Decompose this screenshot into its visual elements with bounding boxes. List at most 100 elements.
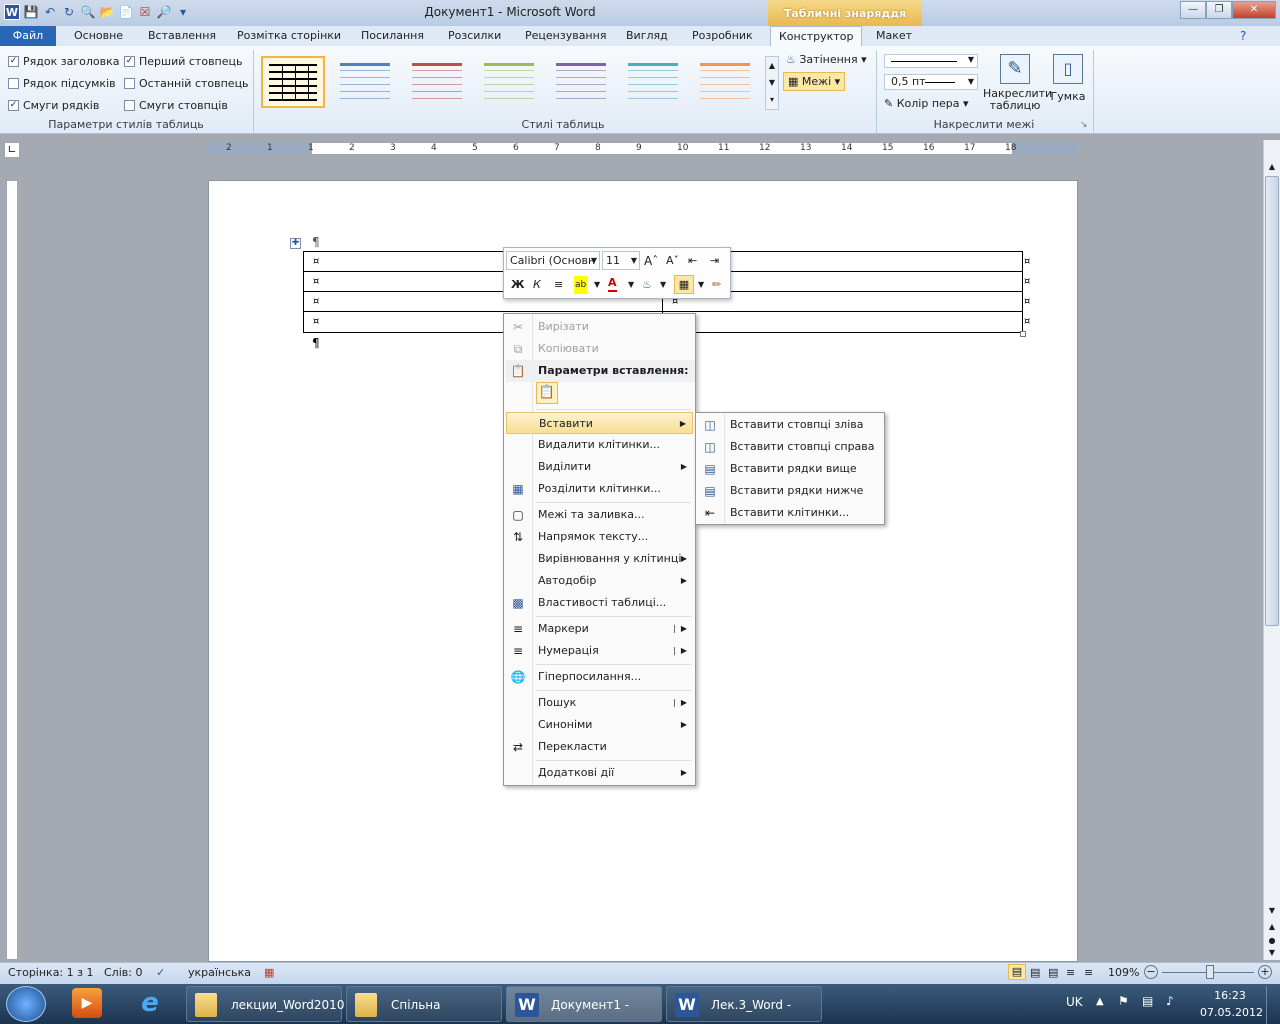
bold-button[interactable]: Ж: [511, 276, 524, 294]
font-size-dropdown[interactable]: 11 ▼: [602, 251, 640, 270]
menu-item-split-cells[interactable]: ▦ Розділити клітинки...: [506, 478, 693, 500]
taskbar-item-lectures-folder[interactable]: лекции_Word2010: [186, 986, 344, 1022]
taskbar-item-lecture3[interactable]: WЛек.3_Word - Mic...: [666, 986, 822, 1022]
web-layout-icon[interactable]: ▤: [1048, 966, 1058, 979]
menu-item-lookup[interactable]: Пошук | ▶: [506, 692, 693, 714]
restore-icon[interactable]: ❐: [1206, 1, 1232, 19]
menu-item-copy[interactable]: ⧉ Копіювати: [506, 338, 693, 360]
outline-icon[interactable]: ≡: [1066, 966, 1075, 979]
internet-explorer-icon[interactable]: e: [134, 988, 166, 1018]
menu-item-text-direction[interactable]: ⇅ Напрямок тексту...: [506, 526, 693, 548]
table-style-thumbnail[interactable]: [261, 56, 325, 108]
scroll-up-icon[interactable]: ▲: [1266, 162, 1278, 171]
menu-item-bullets[interactable]: ≡ Маркери | ▶: [506, 618, 693, 640]
table-style-thumbnail[interactable]: [333, 56, 397, 108]
tab-review[interactable]: Рецензування: [517, 26, 614, 46]
customize-qat-icon[interactable]: ▾: [175, 4, 191, 20]
tab-page-layout[interactable]: Розмітка сторінки: [229, 26, 349, 46]
show-hidden-icons-icon[interactable]: ▲: [1096, 996, 1104, 1007]
banded-columns-checkbox[interactable]: Смуги стовпців: [124, 97, 249, 113]
network-icon[interactable]: ▤: [1142, 994, 1153, 1008]
table-style-thumbnail[interactable]: [405, 56, 469, 108]
menu-item-insert[interactable]: Вставити ▶: [506, 412, 693, 434]
line-weight-dropdown[interactable]: 0,5 пт ▼: [884, 74, 978, 90]
minimize-icon[interactable]: —: [1180, 1, 1206, 19]
clock-date[interactable]: 07.05.2012: [1200, 1006, 1263, 1019]
menu-item-cell-alignment[interactable]: Вирівнювання у клітинці ▶: [506, 548, 693, 570]
paste-keep-formatting-icon[interactable]: 📋: [536, 382, 558, 404]
dialog-launcher-icon[interactable]: ↘: [1080, 120, 1088, 130]
highlight-icon[interactable]: ab: [574, 276, 588, 294]
tab-design[interactable]: Конструктор: [770, 26, 863, 47]
action-center-icon[interactable]: ⚑: [1118, 994, 1129, 1008]
start-button-icon[interactable]: [6, 986, 46, 1022]
menu-item-translate[interactable]: ⇄ Перекласти: [506, 736, 693, 758]
font-name-dropdown[interactable]: Calibri (Основн ▼: [506, 251, 600, 270]
tab-references[interactable]: Посилання: [353, 26, 432, 46]
zoom-in-icon[interactable]: +: [1258, 965, 1272, 979]
word-logo-icon[interactable]: W: [4, 4, 20, 20]
borders-button[interactable]: ▦ Межі ▾: [783, 72, 846, 91]
header-row-checkbox[interactable]: ✓ Рядок заголовка: [8, 53, 119, 69]
first-column-checkbox[interactable]: ✓ Перший стовпець: [124, 53, 249, 69]
menu-item-hyperlink[interactable]: 🌐 Гіперпосилання...: [506, 666, 693, 688]
decrease-indent-icon[interactable]: ⇤: [688, 252, 697, 270]
chevron-down-icon[interactable]: ▼: [594, 276, 600, 294]
total-row-checkbox[interactable]: Рядок підсумків: [8, 75, 119, 91]
taskbar-item-shared-folder[interactable]: Спільна: [346, 986, 502, 1022]
shading-button[interactable]: ♨ Затінення ▾: [786, 53, 867, 66]
increase-indent-icon[interactable]: ⇥: [710, 252, 719, 270]
submenu-insert-cells[interactable]: ⇤ Вставити клітинки...: [698, 502, 885, 524]
menu-item-select[interactable]: Виділити ▶: [506, 456, 693, 478]
pen-color-button[interactable]: ✎ Колір пера ▾: [884, 97, 969, 110]
gallery-scroll-icon[interactable]: ▲ ▼ ▾: [765, 56, 779, 110]
table-style-thumbnail[interactable]: [477, 56, 541, 108]
full-screen-reading-icon[interactable]: ▤: [1030, 966, 1040, 979]
word-count[interactable]: Слів: 0: [104, 966, 142, 979]
tab-view[interactable]: Вигляд: [618, 26, 676, 46]
prev-page-icon[interactable]: ▲: [1266, 922, 1278, 931]
table-resize-handle[interactable]: [1020, 331, 1026, 337]
chevron-down-icon[interactable]: ▼: [660, 276, 666, 294]
tab-developer[interactable]: Розробник: [684, 26, 761, 46]
table-move-handle-icon[interactable]: ✚: [290, 238, 301, 249]
undo-icon[interactable]: ↶: [42, 4, 58, 20]
menu-item-numbering[interactable]: ≡ Нумерація | ▶: [506, 640, 693, 662]
table-style-thumbnail[interactable]: [621, 56, 685, 108]
borders-icon[interactable]: ▦: [674, 275, 694, 294]
eraser-button[interactable]: ▯ Гумка: [1050, 54, 1086, 103]
tab-file[interactable]: Файл: [0, 26, 56, 46]
menu-item-borders-shading[interactable]: ▢ Межі та заливка...: [506, 504, 693, 526]
italic-button[interactable]: К: [533, 276, 541, 294]
new-document-icon[interactable]: 📄: [118, 4, 134, 20]
show-desktop-button[interactable]: [1266, 986, 1280, 1024]
chevron-down-icon[interactable]: ▼: [698, 276, 704, 294]
redo-icon[interactable]: ↻: [61, 4, 77, 20]
taskbar-item-document1[interactable]: WДокумент1 - Micr...: [506, 986, 662, 1022]
tab-selector-icon[interactable]: ∟: [4, 142, 20, 158]
table-style-thumbnail[interactable]: [549, 56, 613, 108]
table-style-thumbnail[interactable]: [693, 56, 757, 108]
scroll-down-icon[interactable]: ▼: [1266, 906, 1278, 915]
zoom-level[interactable]: 109%: [1108, 966, 1139, 979]
scroll-thumb[interactable]: [1265, 176, 1279, 626]
submenu-insert-columns-right[interactable]: ◫ Вставити стовпці справа: [698, 436, 885, 458]
volume-icon[interactable]: ♪: [1166, 994, 1174, 1008]
zoom-out-icon[interactable]: −: [1144, 965, 1158, 979]
vertical-scrollbar[interactable]: ▲ ▼ ▲ ● ▼: [1263, 140, 1280, 960]
line-style-dropdown[interactable]: ▼: [884, 54, 978, 68]
next-page-icon[interactable]: ▼: [1266, 948, 1278, 957]
vertical-ruler[interactable]: [6, 180, 18, 960]
last-column-checkbox[interactable]: Останній стовпець: [124, 75, 249, 91]
browse-object-icon[interactable]: ●: [1266, 936, 1278, 945]
input-language[interactable]: UK: [1066, 995, 1083, 1009]
banded-rows-checkbox[interactable]: ✓ Смуги рядків: [8, 97, 119, 113]
close-icon[interactable]: ✕: [1232, 1, 1276, 19]
submenu-insert-rows-above[interactable]: ▤ Вставити рядки вище: [698, 458, 885, 480]
print-layout-icon[interactable]: ▤: [1008, 964, 1026, 980]
menu-item-cut[interactable]: ✂ Вирізати: [506, 316, 693, 338]
menu-item-additional-actions[interactable]: Додаткові дії ▶: [506, 762, 693, 784]
tab-home[interactable]: Основне: [66, 26, 131, 46]
tab-layout[interactable]: Макет: [868, 26, 920, 46]
save-icon[interactable]: 💾: [23, 4, 39, 20]
